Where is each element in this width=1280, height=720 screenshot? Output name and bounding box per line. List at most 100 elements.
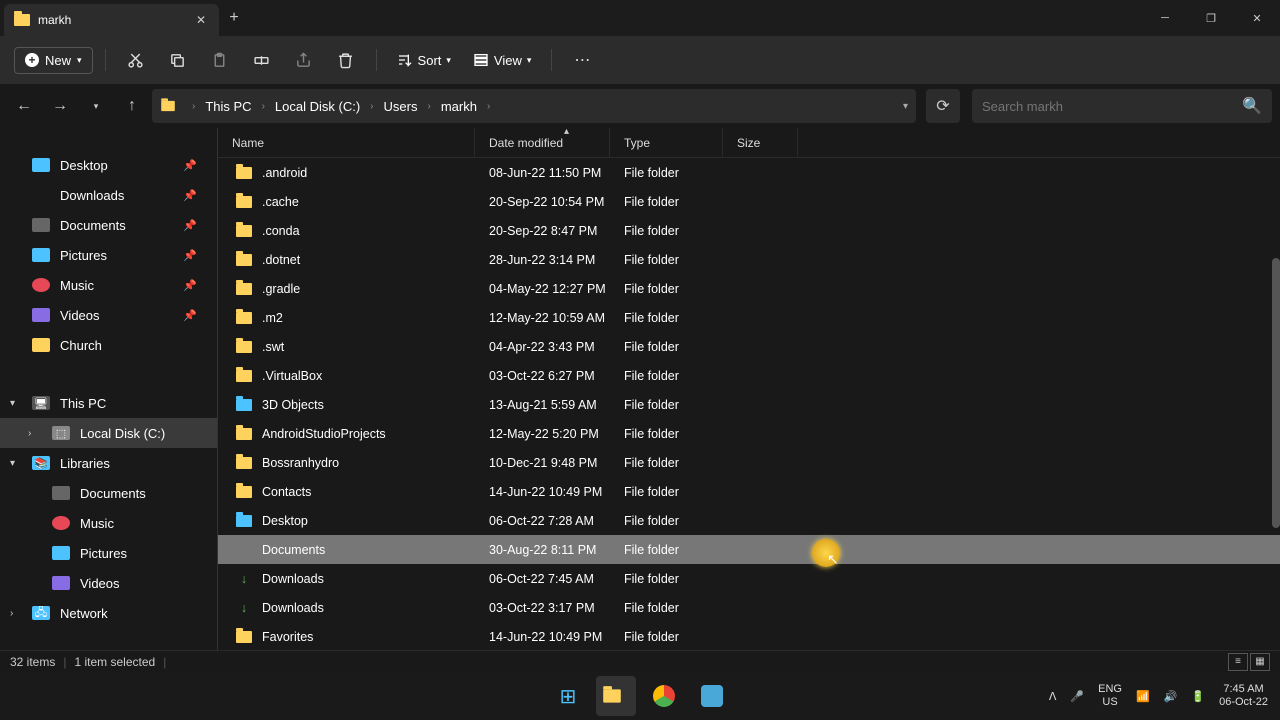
paste-button[interactable] — [202, 42, 238, 78]
pin-icon: 📌 — [183, 189, 197, 202]
battery-icon[interactable]: 🔋 — [1191, 690, 1205, 703]
file-type: File folder — [610, 398, 723, 412]
sidebar-item-localdisk[interactable]: › ⬚ Local Disk (C:) — [0, 418, 217, 448]
tab-current[interactable]: markh ✕ — [4, 4, 219, 36]
breadcrumb[interactable]: Users — [382, 99, 420, 114]
address-bar[interactable]: › This PC › Local Disk (C:) › Users › ma… — [152, 89, 916, 123]
sidebar-item-music[interactable]: Music📌 — [0, 270, 217, 300]
separator — [376, 49, 377, 71]
tray-chevron-icon[interactable]: ᐱ — [1049, 690, 1057, 703]
view-button[interactable]: View ▾ — [465, 42, 539, 78]
sidebar-item-lib-videos[interactable]: Videos — [0, 568, 217, 598]
file-row[interactable]: ↓Downloads06-Oct-22 7:45 AMFile folder — [218, 564, 1280, 593]
breadcrumb[interactable]: This PC — [203, 99, 253, 114]
clock[interactable]: 7:45 AM 06-Oct-22 — [1219, 683, 1268, 709]
chevron-down-icon[interactable]: ▾ — [903, 101, 908, 112]
file-type: File folder — [610, 514, 723, 528]
file-row[interactable]: .VirtualBox03-Oct-22 6:27 PMFile folder — [218, 361, 1280, 390]
file-row[interactable]: .swt04-Apr-22 3:43 PMFile folder — [218, 332, 1280, 361]
chevron-right-icon[interactable]: › — [10, 608, 13, 619]
view-details-button[interactable]: ≡ — [1228, 653, 1248, 671]
column-name[interactable]: Name — [218, 128, 475, 157]
sidebar-item-lib-music[interactable]: Music — [0, 508, 217, 538]
start-button[interactable]: ⊞ — [548, 676, 588, 716]
file-row[interactable]: .conda20-Sep-22 8:47 PMFile folder — [218, 216, 1280, 245]
chrome-app[interactable] — [644, 676, 684, 716]
sidebar-item-network[interactable]: › 🖧 Network — [0, 598, 217, 628]
new-button[interactable]: + New ▾ — [14, 47, 93, 74]
up-button[interactable]: ↑ — [116, 90, 148, 122]
app-icon[interactable] — [692, 676, 732, 716]
sidebar-item-documents[interactable]: Documents📌 — [0, 210, 217, 240]
scrollbar[interactable] — [1272, 258, 1280, 528]
explorer-app[interactable] — [596, 676, 636, 716]
file-row[interactable]: .android08-Jun-22 11:50 PMFile folder — [218, 158, 1280, 187]
chevron-right-icon[interactable]: › — [28, 428, 31, 439]
sidebar-item-church[interactable]: Church — [0, 330, 217, 360]
folder-icon — [236, 428, 252, 440]
maximize-button[interactable]: ❐ — [1188, 0, 1234, 36]
file-type: File folder — [610, 224, 723, 238]
sidebar-item-thispc[interactable]: ▾ 🖥 This PC — [0, 388, 217, 418]
sidebar-item-downloads[interactable]: Downloads📌 — [0, 180, 217, 210]
column-size[interactable]: Size — [723, 128, 798, 157]
file-row[interactable]: Desktop06-Oct-22 7:28 AMFile folder — [218, 506, 1280, 535]
new-tab-button[interactable]: + — [219, 9, 249, 27]
sidebar-item-lib-documents[interactable]: Documents — [0, 478, 217, 508]
chevron-right-icon: › — [188, 101, 199, 112]
file-row[interactable]: ↓Downloads03-Oct-22 3:17 PMFile folder — [218, 593, 1280, 622]
rename-button[interactable] — [244, 42, 280, 78]
sidebar-item-pictures[interactable]: Pictures📌 — [0, 240, 217, 270]
chevron-down-icon[interactable]: ▾ — [10, 398, 15, 409]
file-row[interactable]: Bossranhydro10-Dec-21 9:48 PMFile folder — [218, 448, 1280, 477]
file-row[interactable]: .m212-May-22 10:59 AMFile folder — [218, 303, 1280, 332]
column-headers: ▴ Name Date modified Type Size — [218, 128, 1280, 158]
back-button[interactable]: ← — [8, 90, 40, 122]
search-input[interactable] — [982, 99, 1242, 114]
chevron-down-icon: ▾ — [446, 55, 451, 66]
breadcrumb[interactable]: Local Disk (C:) — [273, 99, 362, 114]
file-row[interactable]: Contacts14-Jun-22 10:49 PMFile folder — [218, 477, 1280, 506]
close-window-button[interactable]: ✕ — [1234, 0, 1280, 36]
sidebar-item-desktop[interactable]: Desktop📌 — [0, 150, 217, 180]
file-row[interactable]: .cache20-Sep-22 10:54 PMFile folder — [218, 187, 1280, 216]
cut-button[interactable] — [118, 42, 154, 78]
pin-icon: 📌 — [183, 219, 197, 232]
column-type[interactable]: Type — [610, 128, 723, 157]
view-label: View — [494, 53, 522, 68]
file-row[interactable]: Favorites14-Jun-22 10:49 PMFile folder — [218, 622, 1280, 651]
column-date[interactable]: Date modified — [475, 128, 610, 157]
more-button[interactable]: ⋯ — [564, 42, 600, 78]
mic-icon[interactable]: 🎤 — [1070, 690, 1084, 703]
wifi-icon[interactable]: 📶 — [1136, 690, 1150, 703]
delete-button[interactable] — [328, 42, 364, 78]
language-indicator[interactable]: ENG US — [1098, 683, 1122, 709]
sidebar-item-lib-pictures[interactable]: Pictures — [0, 538, 217, 568]
tab-title: markh — [38, 13, 193, 27]
file-row[interactable]: .gradle04-May-22 12:27 PMFile folder — [218, 274, 1280, 303]
file-row[interactable]: Documents30-Aug-22 8:11 PMFile folder — [218, 535, 1280, 564]
sort-arrow-icon: ▴ — [564, 126, 569, 137]
copy-button[interactable] — [160, 42, 196, 78]
view-thumbs-button[interactable]: ▦ — [1250, 653, 1270, 671]
file-row[interactable]: AndroidStudioProjects12-May-22 5:20 PMFi… — [218, 419, 1280, 448]
recent-dropdown[interactable]: ▾ — [80, 90, 112, 122]
minimize-button[interactable]: ─ — [1142, 0, 1188, 36]
sidebar-item-libraries[interactable]: ▾ 📚 Libraries — [0, 448, 217, 478]
volume-icon[interactable]: 🔊 — [1164, 690, 1178, 703]
new-label: New — [45, 53, 71, 68]
sort-button[interactable]: Sort ▾ — [389, 42, 459, 78]
folder-icon — [236, 196, 252, 208]
forward-button[interactable]: → — [44, 90, 76, 122]
search-box[interactable]: 🔍 — [972, 89, 1272, 123]
chevron-down-icon[interactable]: ▾ — [10, 458, 15, 469]
file-row[interactable]: 3D Objects13-Aug-21 5:59 AMFile folder — [218, 390, 1280, 419]
close-tab-icon[interactable]: ✕ — [193, 13, 209, 27]
file-row[interactable]: .dotnet28-Jun-22 3:14 PMFile folder — [218, 245, 1280, 274]
sidebar-item-label: Videos — [80, 576, 120, 591]
sidebar-item-videos[interactable]: Videos📌 — [0, 300, 217, 330]
music-icon — [52, 516, 70, 530]
breadcrumb[interactable]: markh — [439, 99, 479, 114]
refresh-button[interactable]: ⟳ — [926, 89, 960, 123]
share-button[interactable] — [286, 42, 322, 78]
